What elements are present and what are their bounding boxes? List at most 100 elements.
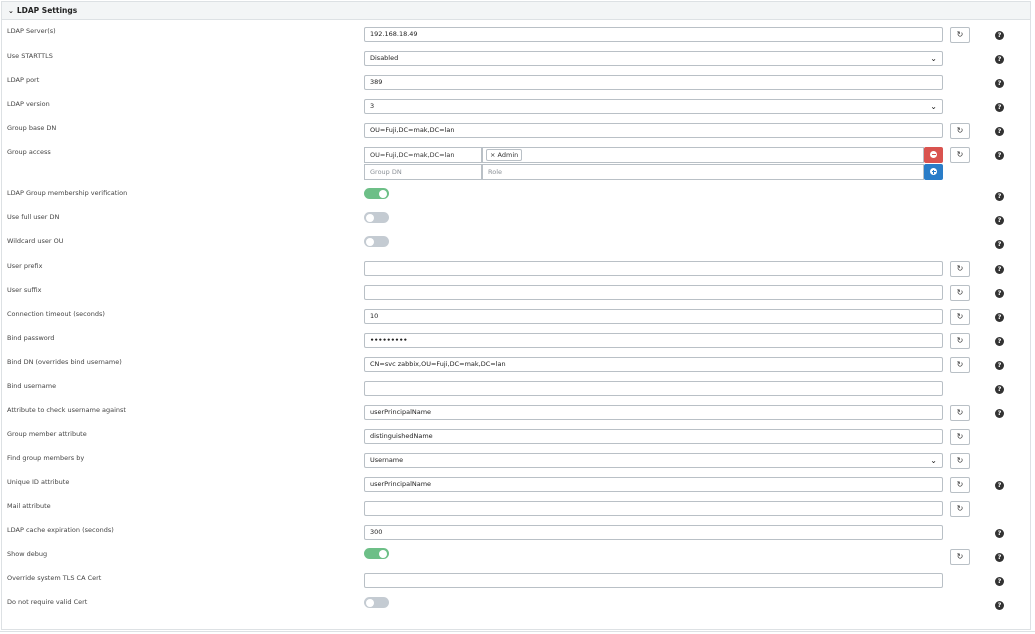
group-dn-input[interactable]: Group DN [364,164,482,180]
connection-timeout-input[interactable]: 10 [364,309,943,324]
reset-icon: ↻ [956,432,964,441]
bind-password-label: Bind password [7,334,55,342]
mail-attribute-input[interactable] [364,501,943,516]
help-icon[interactable]: ? [995,31,1004,40]
user-suffix-label: User suffix [7,286,42,294]
override-tls-ca-cert-label: Override system TLS CA Cert [7,574,102,582]
group-access-dn-cell[interactable]: OU=Fuji,DC=mak,DC=lan [364,147,482,163]
chip-remove-icon[interactable]: × [490,151,495,159]
help-icon[interactable]: ? [995,361,1004,370]
username-attribute-reset-button[interactable]: ↻ [950,405,970,421]
reset-icon: ↻ [956,504,964,513]
reset-icon: ↻ [956,312,964,321]
remove-group-button[interactable] [924,147,943,163]
help-icon[interactable]: ? [995,127,1004,136]
bind-password-input[interactable]: ••••••••• [364,333,943,348]
help-icon[interactable]: ? [995,577,1004,586]
ldap-version-select[interactable]: 3 ⌄ [364,99,943,114]
connection-timeout-reset-button[interactable]: ↻ [950,309,970,325]
reset-icon: ↻ [956,264,964,273]
use-full-user-dn-label: Use full user DN [7,213,60,221]
username-attribute-input[interactable]: userPrincipalName [364,405,943,420]
cache-expiration-label: LDAP cache expiration (seconds) [7,526,114,534]
chevron-down-icon: ⌄ [8,7,14,15]
override-tls-ca-cert-input[interactable] [364,573,943,588]
show-debug-reset-button[interactable]: ↻ [950,549,970,565]
help-icon[interactable]: ? [995,265,1004,274]
ldap-servers-input[interactable]: 192.168.18.49 [364,27,943,42]
role-chip[interactable]: × Admin [486,149,523,161]
user-suffix-input[interactable] [364,285,943,300]
connection-timeout-label: Connection timeout (seconds) [7,310,105,318]
reset-icon: ↻ [956,150,964,159]
group-base-dn-input[interactable]: OU=Fuji,DC=mak,DC=lan [364,123,943,138]
help-icon[interactable]: ? [995,79,1004,88]
group-member-attribute-label: Group member attribute [7,430,87,438]
help-icon[interactable]: ? [995,240,1004,249]
help-icon[interactable]: ? [995,601,1004,610]
help-icon[interactable]: ? [995,409,1004,418]
group-member-attribute-input[interactable]: distinguishedName [364,429,943,444]
panel-header[interactable]: ⌄ LDAP Settings [2,2,1030,20]
user-prefix-reset-button[interactable]: ↻ [950,261,970,277]
wildcard-user-ou-label: Wildcard user OU [7,237,64,245]
divider [0,631,1035,632]
ldap-port-label: LDAP port [7,76,40,84]
use-full-user-dn-toggle[interactable] [364,212,389,223]
reset-icon: ↻ [956,360,964,369]
bind-password-reset-button[interactable]: ↻ [950,333,970,349]
help-icon[interactable]: ? [995,337,1004,346]
group-access-role-cell[interactable]: × Admin [482,147,924,163]
chevron-down-icon: ⌄ [930,456,937,465]
group-base-dn-reset-button[interactable]: ↻ [950,123,970,139]
find-group-members-by-label: Find group members by [7,454,85,462]
mail-attribute-reset-button[interactable]: ↻ [950,501,970,517]
reset-icon: ↻ [956,480,964,489]
group-membership-verification-toggle[interactable] [364,188,389,199]
help-icon[interactable]: ? [995,216,1004,225]
add-group-button[interactable] [924,164,943,180]
help-icon[interactable]: ? [995,313,1004,322]
help-icon[interactable]: ? [995,481,1004,490]
bind-username-input[interactable] [364,381,943,396]
help-icon[interactable]: ? [995,55,1004,64]
unique-id-attribute-reset-button[interactable]: ↻ [950,477,970,493]
help-icon[interactable]: ? [995,529,1004,538]
find-group-members-by-reset-button[interactable]: ↻ [950,453,970,469]
wildcard-user-ou-toggle[interactable] [364,236,389,247]
group-access-label: Group access [7,148,51,156]
toggle-knob [379,549,387,558]
reset-icon: ↻ [956,288,964,297]
help-icon[interactable]: ? [995,103,1004,112]
no-valid-cert-label: Do not require valid Cert [7,598,88,606]
help-icon[interactable]: ? [995,192,1004,201]
group-base-dn-label: Group base DN [7,124,57,132]
reset-icon: ↻ [956,126,964,135]
bind-dn-reset-button[interactable]: ↻ [950,357,970,373]
help-icon[interactable]: ? [995,553,1004,562]
unique-id-attribute-input[interactable]: userPrincipalName [364,477,943,492]
use-starttls-select[interactable]: Disabled ⌄ [364,51,943,66]
group-access-reset-button[interactable]: ↻ [950,147,970,163]
find-group-members-by-value: Username [370,456,404,464]
help-icon[interactable]: ? [995,385,1004,394]
ldap-port-input[interactable]: 389 [364,75,943,90]
cache-expiration-input[interactable]: 300 [364,525,943,540]
user-suffix-reset-button[interactable]: ↻ [950,285,970,301]
ldap-servers-label: LDAP Server(s) [7,27,56,35]
no-valid-cert-toggle[interactable] [364,597,389,608]
toggle-knob [366,213,374,222]
reset-icon: ↻ [956,408,964,417]
group-member-attribute-reset-button[interactable]: ↻ [950,429,970,445]
user-prefix-input[interactable] [364,261,943,276]
mail-attribute-label: Mail attribute [7,502,51,510]
find-group-members-by-select[interactable]: Username ⌄ [364,453,943,468]
help-icon[interactable]: ? [995,151,1004,160]
help-icon[interactable]: ? [995,289,1004,298]
role-input[interactable]: Role [482,164,924,180]
bind-dn-input[interactable]: CN=svc zabbix,OU=Fuji,DC=mak,DC=lan [364,357,943,372]
show-debug-toggle[interactable] [364,548,389,559]
ldap-servers-reset-button[interactable]: ↻ [950,27,970,43]
chevron-down-icon: ⌄ [930,54,937,63]
ldap-version-value: 3 [370,102,375,110]
